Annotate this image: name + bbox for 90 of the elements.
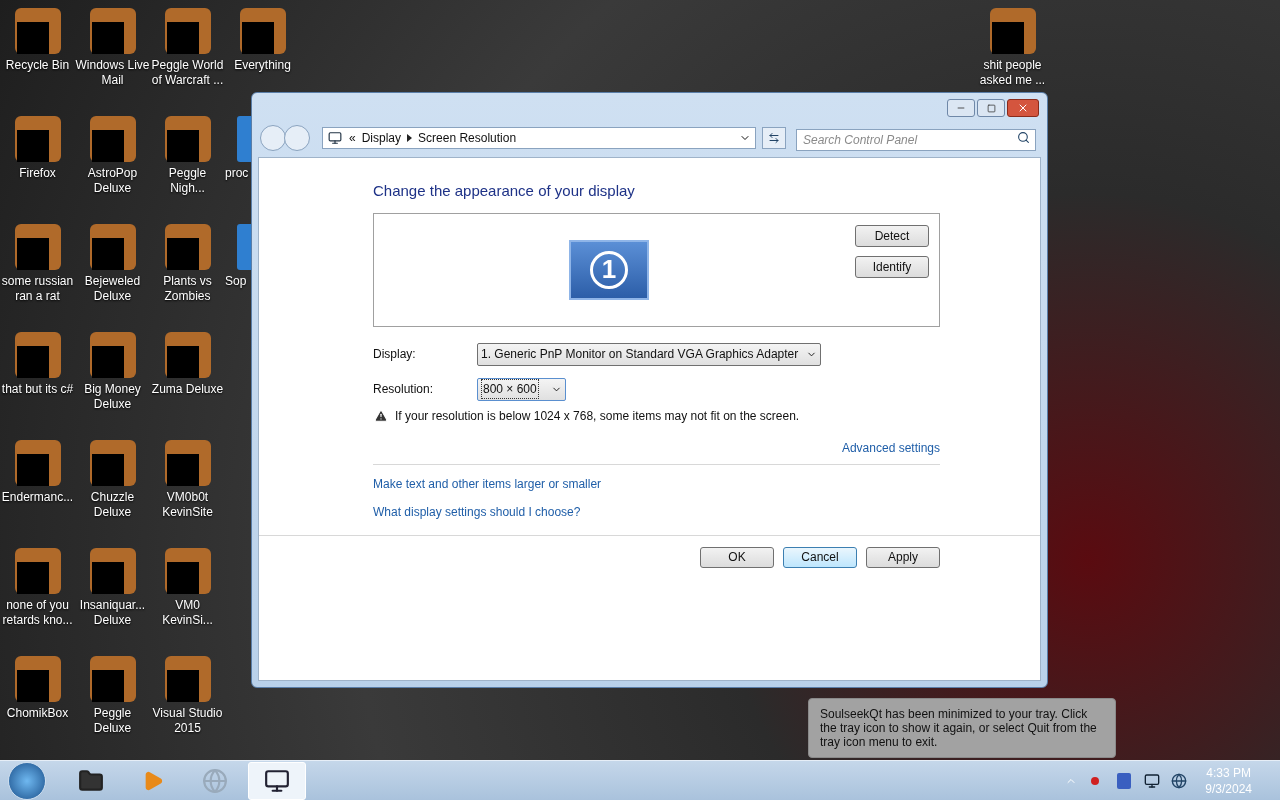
app-icon[interactable] <box>89 656 136 702</box>
maximize-icon <box>986 103 996 113</box>
clock-date: 9/3/2024 <box>1205 780 1252 797</box>
app-icon[interactable] <box>164 548 211 594</box>
breadcrumb-overflow[interactable]: « <box>349 129 356 147</box>
start-button[interactable] <box>8 761 46 800</box>
icon-label[interactable]: that but its c# <box>0 382 75 397</box>
icon-label[interactable]: AstroPop Deluxe <box>75 166 150 196</box>
app-icon[interactable] <box>14 116 61 162</box>
app-icon[interactable] <box>14 548 61 594</box>
icon-label[interactable]: Peggle Nigh... <box>150 166 225 196</box>
monitor-icon <box>327 131 343 145</box>
preview-button[interactable]: Identify <box>855 255 929 278</box>
icon-label[interactable]: Endermanc... <box>0 490 75 505</box>
icon-label[interactable]: ChomikBox <box>0 706 75 721</box>
taskbar-button[interactable] <box>248 761 306 800</box>
advanced-settings-link[interactable]: Advanced settings <box>841 438 940 457</box>
icon-label[interactable]: Big Money Deluxe <box>75 382 150 412</box>
icon-label[interactable]: Plants vs Zombies <box>150 274 225 304</box>
icon-label[interactable]: VM0 KevinSi... <box>150 598 225 628</box>
dropdown-field[interactable]: 1. Generic PnP Monitor on Standard VGA Graphics Adapter <box>477 342 822 366</box>
clock-time: 4:33 PM <box>1206 764 1251 781</box>
icon-label[interactable]: Bejeweled Deluxe <box>75 274 150 304</box>
app-icon[interactable] <box>164 656 211 702</box>
app-icon[interactable] <box>164 332 211 378</box>
dialog-button[interactable]: OK <box>700 546 774 568</box>
monitor-number: 1 <box>590 250 628 289</box>
globe-tray-icon[interactable] <box>1171 772 1188 789</box>
monitor-icon <box>264 767 290 794</box>
icon-label[interactable]: Chuzzle Deluxe <box>75 490 150 520</box>
icon-label[interactable]: some russian ran a rat <box>0 274 75 304</box>
app-icon[interactable] <box>14 224 61 270</box>
folder-icon <box>78 767 104 794</box>
app-icon[interactable] <box>164 224 211 270</box>
help-link[interactable]: Make text and other items larger or smaller <box>373 474 602 493</box>
field-label: Resolution: <box>373 381 435 398</box>
breadcrumb-item[interactable]: Screen Resolution <box>418 129 517 147</box>
icon-label[interactable]: proc <box>225 166 249 181</box>
icon-label[interactable]: Windows Live Mail <box>75 58 150 88</box>
page-heading: Change the appearance of your display <box>373 181 636 201</box>
search-icon <box>1017 131 1030 144</box>
icon-label[interactable]: Zuma Deluxe <box>150 382 225 397</box>
icon-label[interactable]: Recycle Bin <box>0 58 75 73</box>
refresh-icon <box>768 132 780 144</box>
dialog-button[interactable]: Apply <box>866 546 940 568</box>
close-icon <box>1017 102 1029 114</box>
app-icon[interactable] <box>89 440 136 486</box>
app-icon[interactable] <box>89 332 136 378</box>
breadcrumb-item[interactable]: Display <box>361 129 402 147</box>
app-icon[interactable] <box>14 440 61 486</box>
app-icon[interactable] <box>14 332 61 378</box>
icon-label[interactable]: Everything <box>225 58 300 73</box>
balloon-text: SoulseekQt has been minimized to your tray. Click the tray icon to show it again, or select Quit from the tray icon menu to exit. <box>820 707 1097 749</box>
close-button[interactable] <box>1007 99 1039 117</box>
app-icon[interactable] <box>164 8 211 54</box>
monitor-icon[interactable]: 1 <box>569 239 649 300</box>
icon-label[interactable]: shit people asked me ... <box>975 58 1050 88</box>
icon-label[interactable]: VM0b0t KevinSite <box>150 490 225 520</box>
app-icon[interactable] <box>89 224 136 270</box>
monitor-tray-icon[interactable] <box>1143 772 1162 789</box>
refresh-button[interactable] <box>762 127 786 149</box>
icon-label[interactable]: Peggle Deluxe <box>75 706 150 736</box>
app-icon[interactable] <box>164 440 211 486</box>
icon-label[interactable]: Peggle World of Warcraft ... <box>150 58 225 88</box>
help-link[interactable]: What display settings should I choose? <box>373 502 581 521</box>
minimize-button[interactable] <box>947 99 975 117</box>
app-icon[interactable] <box>164 116 211 162</box>
globe-icon <box>202 767 228 794</box>
app-icon[interactable] <box>14 8 61 54</box>
icon-label[interactable]: Visual Studio 2015 <box>150 706 225 736</box>
app-icon[interactable] <box>14 656 61 702</box>
dialog-button[interactable]: Cancel <box>783 546 857 568</box>
app-icon[interactable] <box>89 8 136 54</box>
preview-button[interactable]: Detect <box>855 224 929 247</box>
icon-label[interactable]: Sop <box>225 274 247 289</box>
notification-balloon[interactable]: SoulseekQt has been minimized to your tray. Click the tray icon to show it again, or select Quit from the tray icon menu to exit. <box>808 698 1116 758</box>
app-icon[interactable] <box>239 8 286 54</box>
warning-text: If your resolution is below 1024 x 768, some items may not fit on the screen. <box>395 407 800 425</box>
icon-label[interactable]: Insaniquar... Deluxe <box>75 598 150 628</box>
app-icon[interactable] <box>89 116 136 162</box>
search-field[interactable]: Search Control Panel <box>796 129 1036 151</box>
app-icon[interactable] <box>89 548 136 594</box>
breadcrumb-separator-icon <box>407 134 413 142</box>
icon-label[interactable]: none of you retards kno... <box>0 598 75 628</box>
dropdown-field[interactable]: 800 × 600 <box>477 377 566 401</box>
address-bar[interactable]: « Display Screen Resolution <box>322 127 756 149</box>
warning-icon <box>373 408 389 423</box>
field-label: Display: <box>373 346 417 363</box>
app-icon[interactable] <box>989 8 1036 54</box>
icon-label[interactable]: Firefox <box>0 166 75 181</box>
